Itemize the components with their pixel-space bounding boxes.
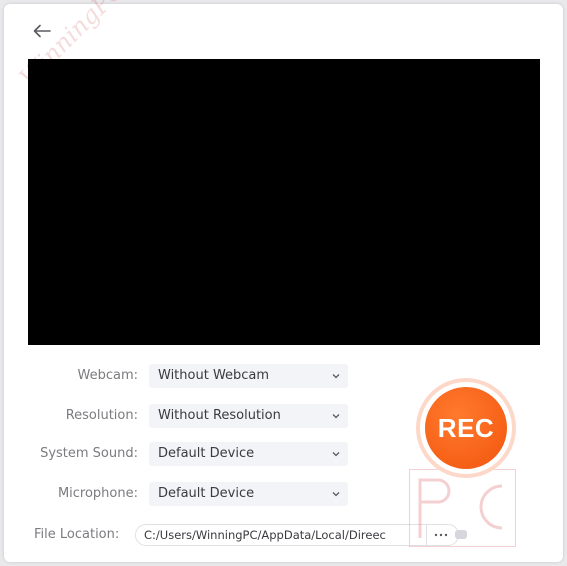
record-button[interactable]: REC	[416, 378, 516, 478]
arrow-left-icon	[33, 24, 51, 38]
resolution-row: Resolution: Without Resolution	[0, 404, 360, 428]
camera-preview	[28, 59, 540, 345]
resolution-label: Resolution:	[65, 408, 138, 423]
webcam-row: Webcam: Without Webcam	[0, 364, 360, 388]
chevron-down-icon	[332, 452, 340, 457]
file-location-field[interactable]: C:/Users/WinningPC/AppData/Local/Direec	[135, 524, 459, 546]
system-sound-label: System Sound:	[40, 446, 138, 461]
system-sound-select[interactable]: Default Device	[149, 442, 348, 466]
chevron-down-icon	[332, 374, 340, 379]
chevron-down-icon	[332, 414, 340, 419]
microphone-select[interactable]: Default Device	[149, 482, 348, 506]
record-button-label: REC	[425, 387, 507, 469]
file-location-label: File Location:	[34, 527, 120, 542]
microphone-label: Microphone:	[57, 486, 138, 501]
browse-button[interactable]	[426, 525, 454, 545]
webcam-value: Without Webcam	[158, 368, 270, 383]
more-horizontal-icon	[434, 533, 447, 537]
resolution-value: Without Resolution	[158, 408, 281, 423]
system-sound-value: Default Device	[158, 446, 255, 461]
webcam-label: Webcam:	[77, 368, 139, 383]
record-button-ring: REC	[420, 382, 512, 474]
back-button[interactable]	[30, 19, 54, 43]
system-sound-row: System Sound: Default Device	[0, 442, 360, 466]
resolution-select[interactable]: Without Resolution	[149, 404, 348, 428]
location-toggle[interactable]	[455, 530, 467, 539]
file-location-path: C:/Users/WinningPC/AppData/Local/Direec	[144, 528, 386, 542]
webcam-select[interactable]: Without Webcam	[149, 364, 348, 388]
microphone-row: Microphone: Default Device	[0, 482, 360, 506]
microphone-value: Default Device	[158, 486, 255, 501]
chevron-down-icon	[332, 492, 340, 497]
